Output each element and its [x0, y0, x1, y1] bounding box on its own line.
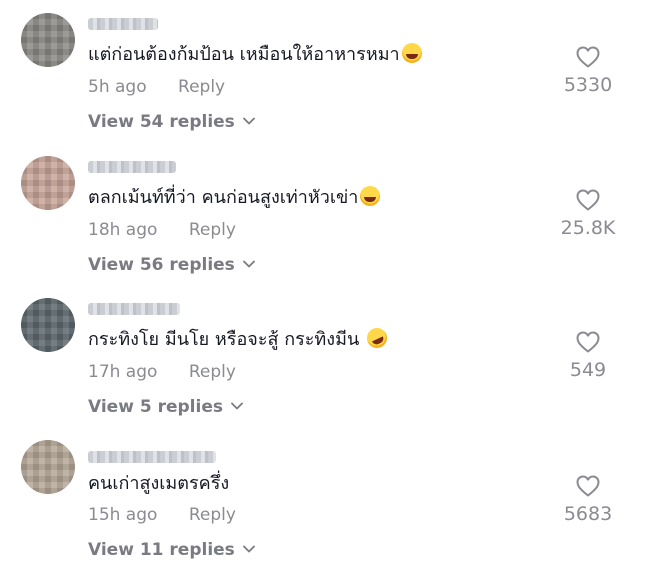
comment-text-body: คนเก่าสูงเมตรครึ่ง — [88, 473, 230, 494]
avatar[interactable] — [21, 440, 75, 494]
rolling-laughing-face-icon — [363, 324, 391, 352]
comment-item: ตลกเม้นท์ที่ว่า คนก่อนสูงเท่าหัวเข่า 18h… — [0, 143, 649, 285]
view-replies-button[interactable]: View 5 replies — [88, 397, 243, 417]
timestamp: 5h ago — [88, 77, 147, 97]
comment-meta: 17h ago Reply — [88, 362, 236, 382]
avatar[interactable] — [21, 298, 75, 352]
chevron-down-icon — [242, 545, 255, 553]
comment-item: คนเก่าสูงเมตรครึ่ง 15h ago Reply View 11… — [0, 427, 649, 569]
like-button[interactable]: 549 — [553, 331, 623, 381]
comment-meta: 18h ago Reply — [88, 220, 236, 240]
like-button[interactable]: 25.8K — [553, 189, 623, 239]
username-blurred[interactable] — [88, 161, 176, 173]
comment-text-body: กระทิงโย มีนโย หรือจะสู้ กระทิงมีน — [88, 329, 360, 350]
username-blurred[interactable] — [88, 18, 158, 30]
chevron-down-icon — [242, 117, 255, 125]
laughing-face-icon — [360, 186, 381, 206]
reply-button[interactable]: Reply — [178, 77, 225, 97]
comment-text: ตลกเม้นท์ที่ว่า คนก่อนสูงเท่าหัวเข่า — [88, 186, 381, 210]
comment-meta: 5h ago Reply — [88, 77, 225, 97]
heart-outline-icon — [576, 46, 600, 68]
avatar[interactable] — [21, 13, 75, 67]
username-blurred[interactable] — [88, 303, 180, 315]
chevron-down-icon — [231, 402, 243, 410]
like-count: 5683 — [563, 503, 613, 525]
comment-text: คนเก่าสูงเมตรครึ่ง — [88, 472, 229, 496]
view-replies-button[interactable]: View 54 replies — [88, 112, 255, 132]
like-button[interactable]: 5683 — [553, 475, 623, 525]
view-replies-label: View 5 replies — [88, 397, 223, 417]
like-count: 5330 — [563, 74, 613, 96]
like-count: 25.8K — [560, 217, 616, 239]
avatar[interactable] — [21, 156, 75, 210]
like-count: 549 — [569, 359, 607, 381]
comment-item: กระทิงโย มีนโย หรือจะสู้ กระทิงมีน 17h a… — [0, 285, 649, 427]
view-replies-button[interactable]: View 56 replies — [88, 255, 255, 275]
comment-meta: 15h ago Reply — [88, 505, 236, 525]
timestamp: 17h ago — [88, 362, 158, 382]
reply-button[interactable]: Reply — [189, 505, 236, 525]
heart-outline-icon — [576, 475, 600, 497]
laughing-face-icon — [401, 43, 422, 63]
comment-text-body: ตลกเม้นท์ที่ว่า คนก่อนสูงเท่าหัวเข่า — [88, 187, 359, 208]
username-blurred[interactable] — [88, 451, 216, 463]
comment-text-body: แต่ก่อนต้องก้มป้อน เหมือนให้อาหารหมา — [88, 44, 400, 65]
heart-outline-icon — [576, 331, 600, 353]
timestamp: 18h ago — [88, 220, 158, 240]
comment-item: แต่ก่อนต้องก้มป้อน เหมือนให้อาหารหมา 5h … — [0, 0, 649, 142]
view-replies-label: View 11 replies — [88, 540, 235, 560]
like-button[interactable]: 5330 — [553, 46, 623, 96]
comment-text: แต่ก่อนต้องก้มป้อน เหมือนให้อาหารหมา — [88, 43, 422, 67]
comment-text: กระทิงโย มีนโย หรือจะสู้ กระทิงมีน — [88, 324, 391, 352]
heart-outline-icon — [576, 189, 600, 211]
view-replies-button[interactable]: View 11 replies — [88, 540, 255, 560]
chevron-down-icon — [242, 260, 255, 268]
view-replies-label: View 54 replies — [88, 112, 235, 132]
reply-button[interactable]: Reply — [189, 362, 236, 382]
reply-button[interactable]: Reply — [189, 220, 236, 240]
timestamp: 15h ago — [88, 505, 158, 525]
view-replies-label: View 56 replies — [88, 255, 235, 275]
